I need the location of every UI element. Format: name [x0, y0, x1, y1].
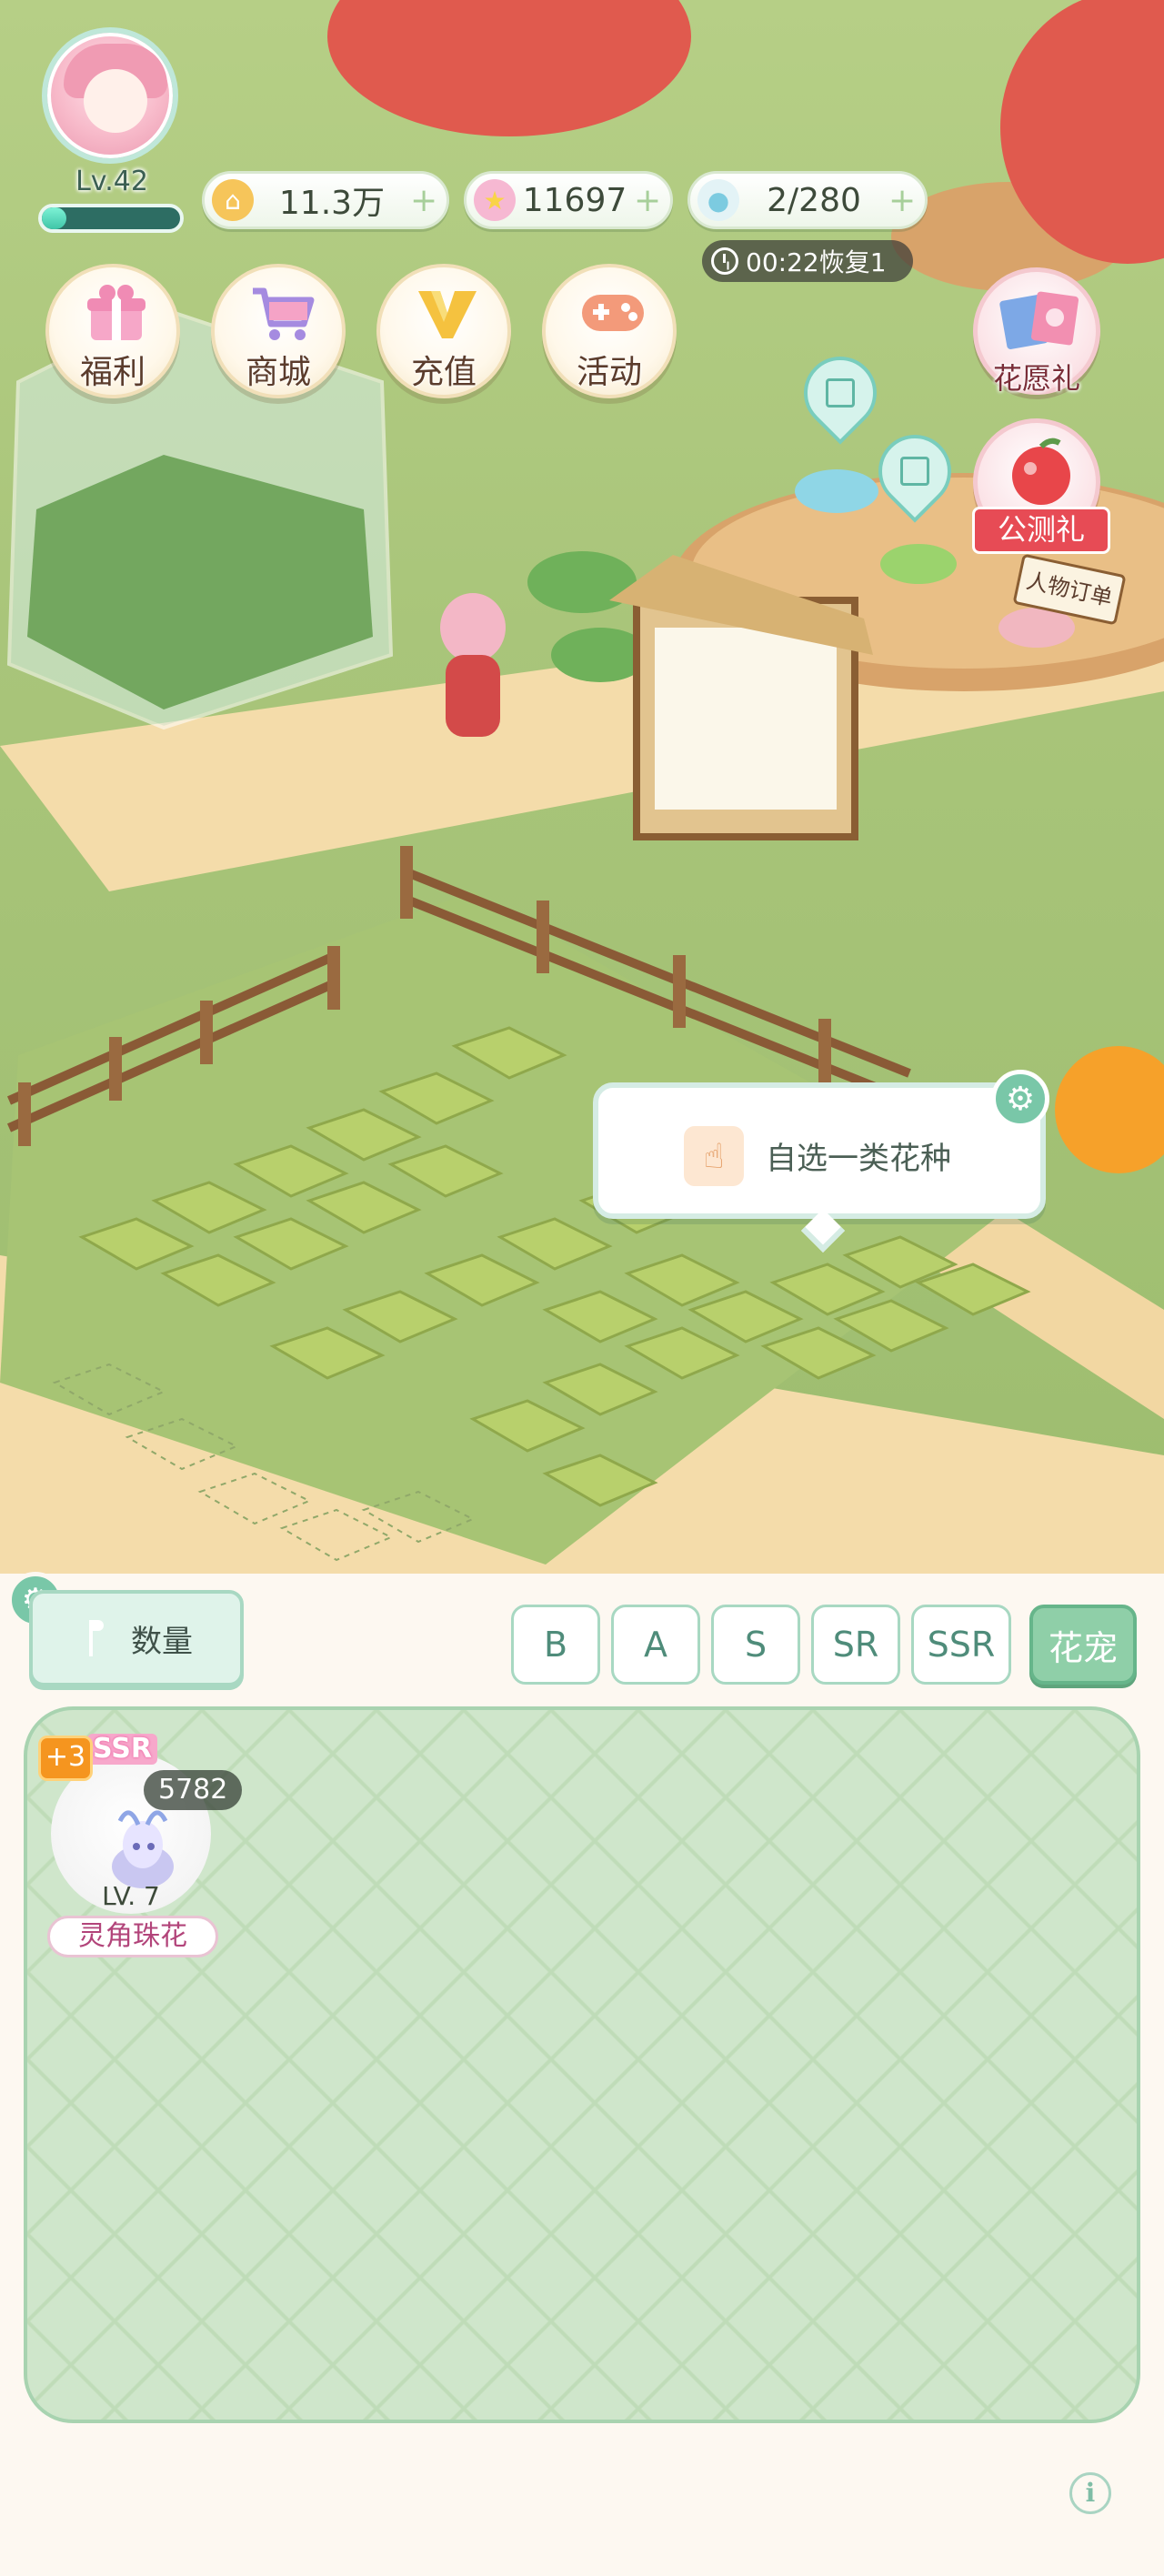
flag-icon: [89, 1620, 104, 1656]
welfare-button[interactable]: 福利: [45, 264, 180, 398]
avatar-portrait: [42, 27, 178, 164]
card-count: 5782: [144, 1770, 243, 1810]
water-counter[interactable]: ● 2/280 +: [687, 171, 928, 229]
card-plus-badge: +3: [38, 1736, 93, 1781]
star-counter[interactable]: ★ 11697 +: [464, 171, 673, 229]
gift-icon: [87, 285, 146, 340]
gold-value: 11.3万: [278, 185, 386, 222]
water-value: 2/280: [767, 181, 861, 219]
quantity-sort-button[interactable]: 数量: [29, 1590, 244, 1686]
card-name: 灵角珠花: [47, 1916, 218, 1957]
star-value: 11697: [522, 181, 627, 219]
player-level: Lv.42: [75, 166, 148, 197]
player-avatar[interactable]: Lv.42: [25, 27, 189, 236]
seed-grid: SSR +3 5782 LV. 7 灵角珠花: [24, 1706, 1140, 2423]
filter-tab-3[interactable]: SR: [811, 1605, 900, 1685]
filter-tab-4[interactable]: SSR: [911, 1605, 1011, 1685]
orders-sign-label: 人物订单: [1024, 568, 1115, 611]
diamond-v-icon: [418, 291, 477, 338]
info-icon[interactable]: i: [1069, 2472, 1111, 2514]
shopping-cart-icon: [253, 287, 315, 340]
recharge-label: 充值: [410, 354, 477, 391]
star-icon: ★: [474, 179, 516, 221]
photo-cards-icon: [999, 291, 1079, 349]
exp-fill: [42, 207, 67, 229]
flower-wish-label: 花愿礼: [992, 361, 1080, 396]
recharge-button[interactable]: 充值: [376, 264, 511, 398]
card-rarity-badge: SSR: [87, 1734, 157, 1765]
filter-tab-5[interactable]: 花宠: [1029, 1605, 1137, 1685]
flower-wish-button[interactable]: 花愿礼: [973, 267, 1100, 396]
tap-hand-icon: ☝: [684, 1126, 744, 1186]
gold-coin-icon: ⌂: [212, 179, 254, 221]
exp-bar: [38, 204, 184, 233]
avatar-face: [84, 69, 147, 133]
gear-icon[interactable]: ⚙: [991, 1070, 1049, 1128]
gamepad-icon: [582, 295, 644, 331]
star-add-icon[interactable]: +: [634, 182, 661, 219]
events-label: 活动: [576, 354, 642, 391]
filter-tab-2[interactable]: S: [711, 1605, 800, 1685]
water-drop-icon: ●: [697, 179, 739, 221]
events-button[interactable]: 活动: [542, 264, 677, 398]
gold-add-icon[interactable]: +: [410, 182, 437, 219]
shop-button[interactable]: 商城: [211, 264, 346, 398]
hint-tooltip: ☝ 自选一类花种 ⚙: [593, 1070, 1049, 1219]
gold-counter[interactable]: ⌂ 11.3万 +: [202, 171, 449, 229]
shop-label: 商城: [245, 354, 311, 391]
water-recover-timer: 00:22恢复1: [702, 240, 913, 282]
card-level: LV. 7: [102, 1881, 160, 1911]
seed-card[interactable]: SSR +3 5782 LV. 7 灵角珠花: [38, 1734, 243, 1961]
filter-tab-0[interactable]: B: [511, 1605, 600, 1685]
apple-gift-icon: [1012, 438, 1070, 505]
welfare-label: 福利: [79, 354, 146, 391]
book-icon: [900, 457, 929, 486]
brick-icon: [826, 378, 855, 408]
hint-text: 自选一类花种: [766, 1141, 951, 1177]
clock-icon: [711, 247, 738, 275]
water-add-icon[interactable]: +: [888, 182, 916, 219]
recover-timer-text: 00:22恢复1: [746, 247, 887, 277]
quantity-label: 数量: [131, 1623, 193, 1660]
public-test-gift-button[interactable]: 公测礼: [972, 418, 1110, 554]
public-test-label: 公测礼: [972, 507, 1110, 554]
filter-tab-1[interactable]: A: [611, 1605, 700, 1685]
